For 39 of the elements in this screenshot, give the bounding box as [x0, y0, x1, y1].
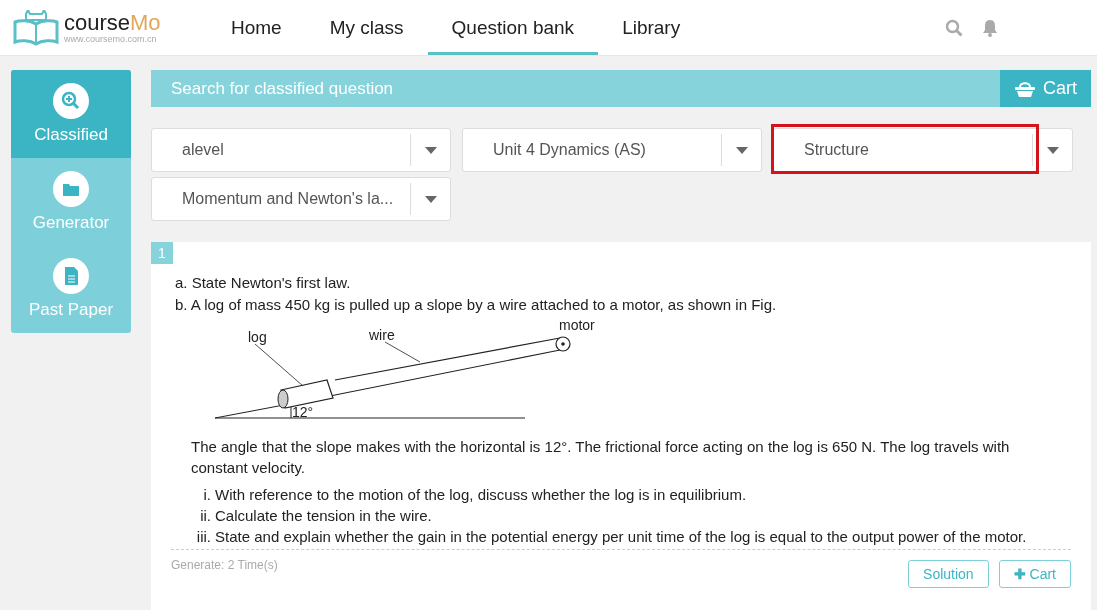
basket-icon — [1014, 79, 1036, 98]
caret-icon[interactable] — [1047, 146, 1059, 154]
filter-dropdown[interactable]: alevel — [151, 128, 451, 172]
book-logo-icon — [12, 9, 60, 46]
folder-icon — [53, 170, 89, 207]
caret-icon[interactable] — [425, 195, 437, 203]
document-icon — [53, 258, 89, 295]
figure-label: motor — [559, 318, 595, 333]
nav-tab[interactable]: Question bank — [427, 0, 599, 55]
search-title: Search for classified question — [170, 78, 394, 99]
figure-label: log — [248, 329, 267, 345]
question-number: 1 — [151, 242, 173, 264]
question-text: With reference to the motion of the log, discuss whether the log is in equilibrium. — [215, 485, 747, 505]
nav-tab[interactable]: Library — [598, 0, 705, 55]
question-text: Calculate the tension in the wire. — [215, 506, 432, 526]
question-text: State and explain whether the gain in the potential energy per unit time of the log is equal to the output power of the motor. — [215, 527, 1027, 547]
subpart-numeral: ii. — [199, 506, 211, 526]
dropdown-value: Momentum and Newton's la... — [181, 190, 395, 208]
question-text: The angle that the slope makes with the horizontal is 12°. The frictional force acting on the log is 650 N. The log travels with constant velocity. — [191, 437, 1011, 478]
caret-icon[interactable] — [425, 146, 437, 154]
question-text: a. State Newton's first law. — [175, 274, 352, 292]
logo-name: course — [64, 9, 131, 35]
nav-tab[interactable]: Home — [207, 0, 306, 55]
caret-icon[interactable] — [736, 146, 748, 154]
dropdown-value: Unit 4 Dynamics (AS) — [492, 141, 647, 159]
logo-url: www.coursemo.com.cn — [64, 33, 158, 44]
dropdown-value: alevel — [181, 141, 225, 159]
filter-dropdown[interactable]: Momentum and Newton's la... — [151, 177, 451, 221]
subpart-numeral: iii. — [195, 527, 211, 547]
dropdown-value: Structure — [803, 141, 870, 159]
angle-label: 12° — [292, 404, 314, 420]
zoom-in-icon — [53, 82, 89, 119]
filter-dropdown[interactable]: Unit 4 Dynamics (AS) — [462, 128, 762, 172]
question-text: b. A log of mass 450 kg is pulled up a slope by a wire attached to a motor, as shown in Fig. — [175, 296, 778, 314]
figure-label: wire — [369, 327, 395, 343]
nav-tab[interactable]: My class — [305, 0, 428, 55]
logo-accent: Mo — [130, 9, 161, 35]
subpart-numeral: i. — [202, 485, 211, 505]
generate-count: Generate: 2 Time(s) — [171, 558, 278, 574]
